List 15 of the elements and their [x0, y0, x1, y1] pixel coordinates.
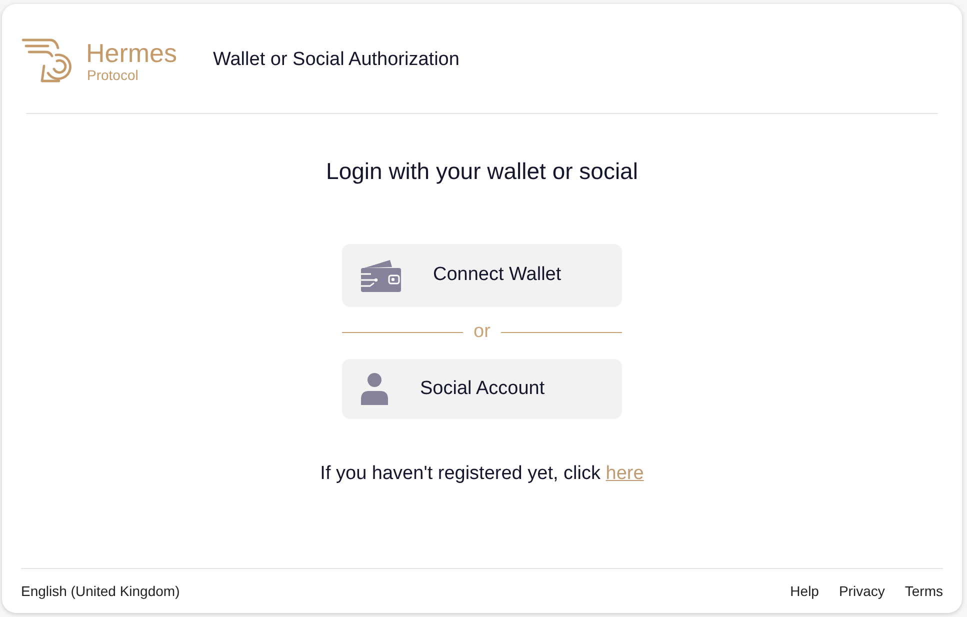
register-prompt: If you haven't registered yet, click here	[320, 462, 644, 486]
logo-icon	[22, 38, 74, 83]
footer-link[interactable]: Privacy	[838, 580, 885, 602]
person-icon	[361, 373, 388, 405]
language-selector[interactable]: English (United Kingdom)	[21, 580, 180, 602]
footer-link[interactable]: Help	[790, 580, 819, 602]
separator-text: or	[474, 322, 490, 342]
connect-wallet-button[interactable]: Connect Wallet	[342, 244, 622, 307]
wallet-icon	[361, 260, 401, 292]
brand-subtitle: Protocol	[87, 66, 140, 82]
footer-link[interactable]: Terms	[904, 580, 943, 602]
social-account-button[interactable]: Social Account	[342, 359, 622, 419]
brand-name: Hermes	[86, 38, 178, 66]
page-title: Wallet or Social Authorization	[213, 48, 460, 72]
login-heading: Login with your wallet or social	[326, 157, 638, 186]
